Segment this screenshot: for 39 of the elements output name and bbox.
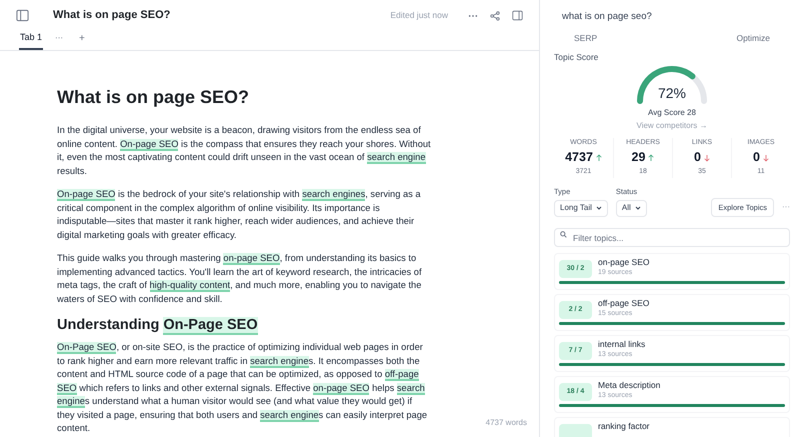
panel-toggle-icon[interactable]	[512, 10, 523, 21]
stat-value: 4737	[565, 149, 593, 166]
filter-dropdown[interactable]: Long Tail	[554, 200, 608, 217]
paragraph: On-page SEO is the bedrock of your site's relationship with search engines, serving as a critical component in the complex algorithm of online visibility. Its importance is indisputable—sites that master it rank higher, reach wider audiences, and achieve their digital marketing goals with greater efficacy.	[57, 188, 422, 242]
query-text: what is on page seo?	[562, 10, 653, 24]
paragraph: This guide walks you through mastering on-page SEO, from understanding its basics to implementing advanced tactics. You'll learn the art of keyword research, the intricacies of meta tags, the craft of high-quality content, and much more, enabling you to navigate the waters of SEO with confidence and skill.	[57, 252, 423, 306]
score-badge	[559, 424, 592, 437]
share-icon[interactable]	[490, 10, 500, 20]
chevron-down-icon	[596, 206, 602, 210]
tab-menu-button[interactable]: ···	[55, 32, 64, 50]
stat-value: 0	[753, 149, 760, 166]
stat-value: 29	[632, 149, 646, 166]
paragraph: In the digital universe, your website is a beacon, drawing visitors from the endless sea of online content. On-page SEO is the compass that ensures they reach your shores. Without it, even the most captivating content could drift unseen in the vast ocean of search engine results.	[57, 124, 431, 178]
topic-name: Meta description	[598, 380, 660, 391]
topic-name: on-page SEO	[598, 256, 650, 268]
tab[interactable]: Tab 1	[19, 30, 44, 50]
filter-dropdown[interactable]: All	[616, 200, 647, 217]
topic-card[interactable]: ranking factor	[554, 416, 790, 437]
chevron-down-icon	[634, 206, 641, 210]
sidebar-toggle-icon[interactable]	[16, 9, 29, 22]
paragraph: On-Page SEO, or on-site SEO, is the practice of optimizing individual web pages in order to rank higher and earn more relevant traffic in search engines. It encompasses both the content and HTML source code of a page that can be optimized, as opposed to off-page SEO which refers to links and other external signals. Effective on-page SEO helps search engines understand what a human visitor would see (and what value they would get) if they visited a page, ensuring that both users and search engines can easily interpret page content.	[57, 341, 428, 435]
topic-name: ranking factor	[598, 420, 650, 432]
topic-score-value: 72%	[658, 84, 686, 101]
topic-name: internal links	[598, 338, 646, 350]
more-icon[interactable]	[468, 14, 478, 18]
edit-status: Edited just now	[390, 9, 448, 22]
word-count: 4737 words	[486, 417, 527, 429]
document-title: What is on page SEO?	[53, 8, 170, 24]
topic-name: off-page SEO	[598, 298, 650, 309]
stat-value: 0	[694, 149, 701, 166]
search-icon	[560, 230, 567, 238]
heading: What is on page SEO?	[57, 86, 250, 108]
heading: Understanding On-Page SEO	[57, 316, 259, 334]
panel-tab[interactable]: SERP	[574, 32, 598, 45]
average-score: Avg Score 28	[648, 106, 696, 119]
topic-score-label: Topic Score	[554, 51, 600, 64]
filter-topics-field[interactable]: Filter topics...	[554, 228, 790, 248]
panel-tab[interactable]: Optimize	[736, 32, 770, 45]
add-tab-button[interactable]: +	[79, 31, 85, 50]
